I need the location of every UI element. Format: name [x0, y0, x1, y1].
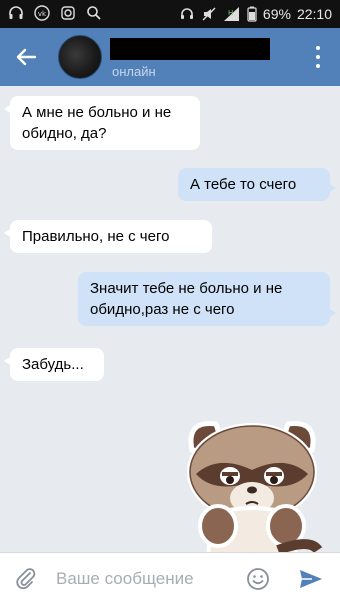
- search-icon: [87, 6, 101, 20]
- battery-percent: 69%: [262, 6, 291, 22]
- status-bar: vk H 69% 22:10: [0, 0, 340, 28]
- instagram-icon: [61, 6, 75, 20]
- mute-icon: [202, 7, 216, 21]
- online-status: онлайн: [112, 64, 156, 79]
- message-bubble-incoming[interactable]: Забудь...: [4, 348, 104, 381]
- headphones-icon: [9, 6, 23, 19]
- battery-icon: [247, 6, 257, 22]
- status-bar-right: H 69% 22:10: [179, 5, 332, 23]
- avatar[interactable]: [58, 35, 102, 79]
- message-bubble-outgoing[interactable]: А тебе то счего: [178, 168, 336, 201]
- clock: 22:10: [296, 6, 332, 22]
- more-vertical-icon: [316, 46, 320, 51]
- more-menu-button[interactable]: [308, 44, 328, 70]
- svg-text:vk: vk: [38, 10, 47, 18]
- message-input[interactable]: [56, 565, 234, 593]
- message-bubble-outgoing[interactable]: Значит тебе не больно и не обидно,раз не…: [78, 272, 336, 326]
- headset-icon: [180, 8, 193, 19]
- signal-icon: H: [223, 7, 239, 21]
- more-vertical-dot: [316, 54, 320, 59]
- more-vertical-dot: [316, 63, 320, 68]
- send-icon[interactable]: [298, 567, 324, 591]
- arrow-left-icon: [16, 48, 37, 66]
- smiley-icon[interactable]: [246, 567, 270, 591]
- message-bubble-incoming[interactable]: А мне не больно и не обидно, да?: [4, 96, 200, 150]
- contact-name-redacted[interactable]: [110, 38, 270, 60]
- vk-icon: vk: [34, 5, 50, 21]
- sad-raccoon-sticker[interactable]: [178, 410, 326, 552]
- message-composer: [0, 552, 340, 604]
- status-bar-left: vk: [8, 5, 102, 21]
- chat-header: онлайн: [0, 28, 340, 86]
- svg-text:H: H: [228, 9, 233, 17]
- back-button[interactable]: [10, 42, 42, 72]
- paperclip-icon[interactable]: [14, 567, 38, 591]
- message-bubble-incoming[interactable]: Правильно, не с чего: [4, 220, 212, 253]
- message-list[interactable]: А мне не больно и не обидно, да? А тебе …: [0, 86, 340, 552]
